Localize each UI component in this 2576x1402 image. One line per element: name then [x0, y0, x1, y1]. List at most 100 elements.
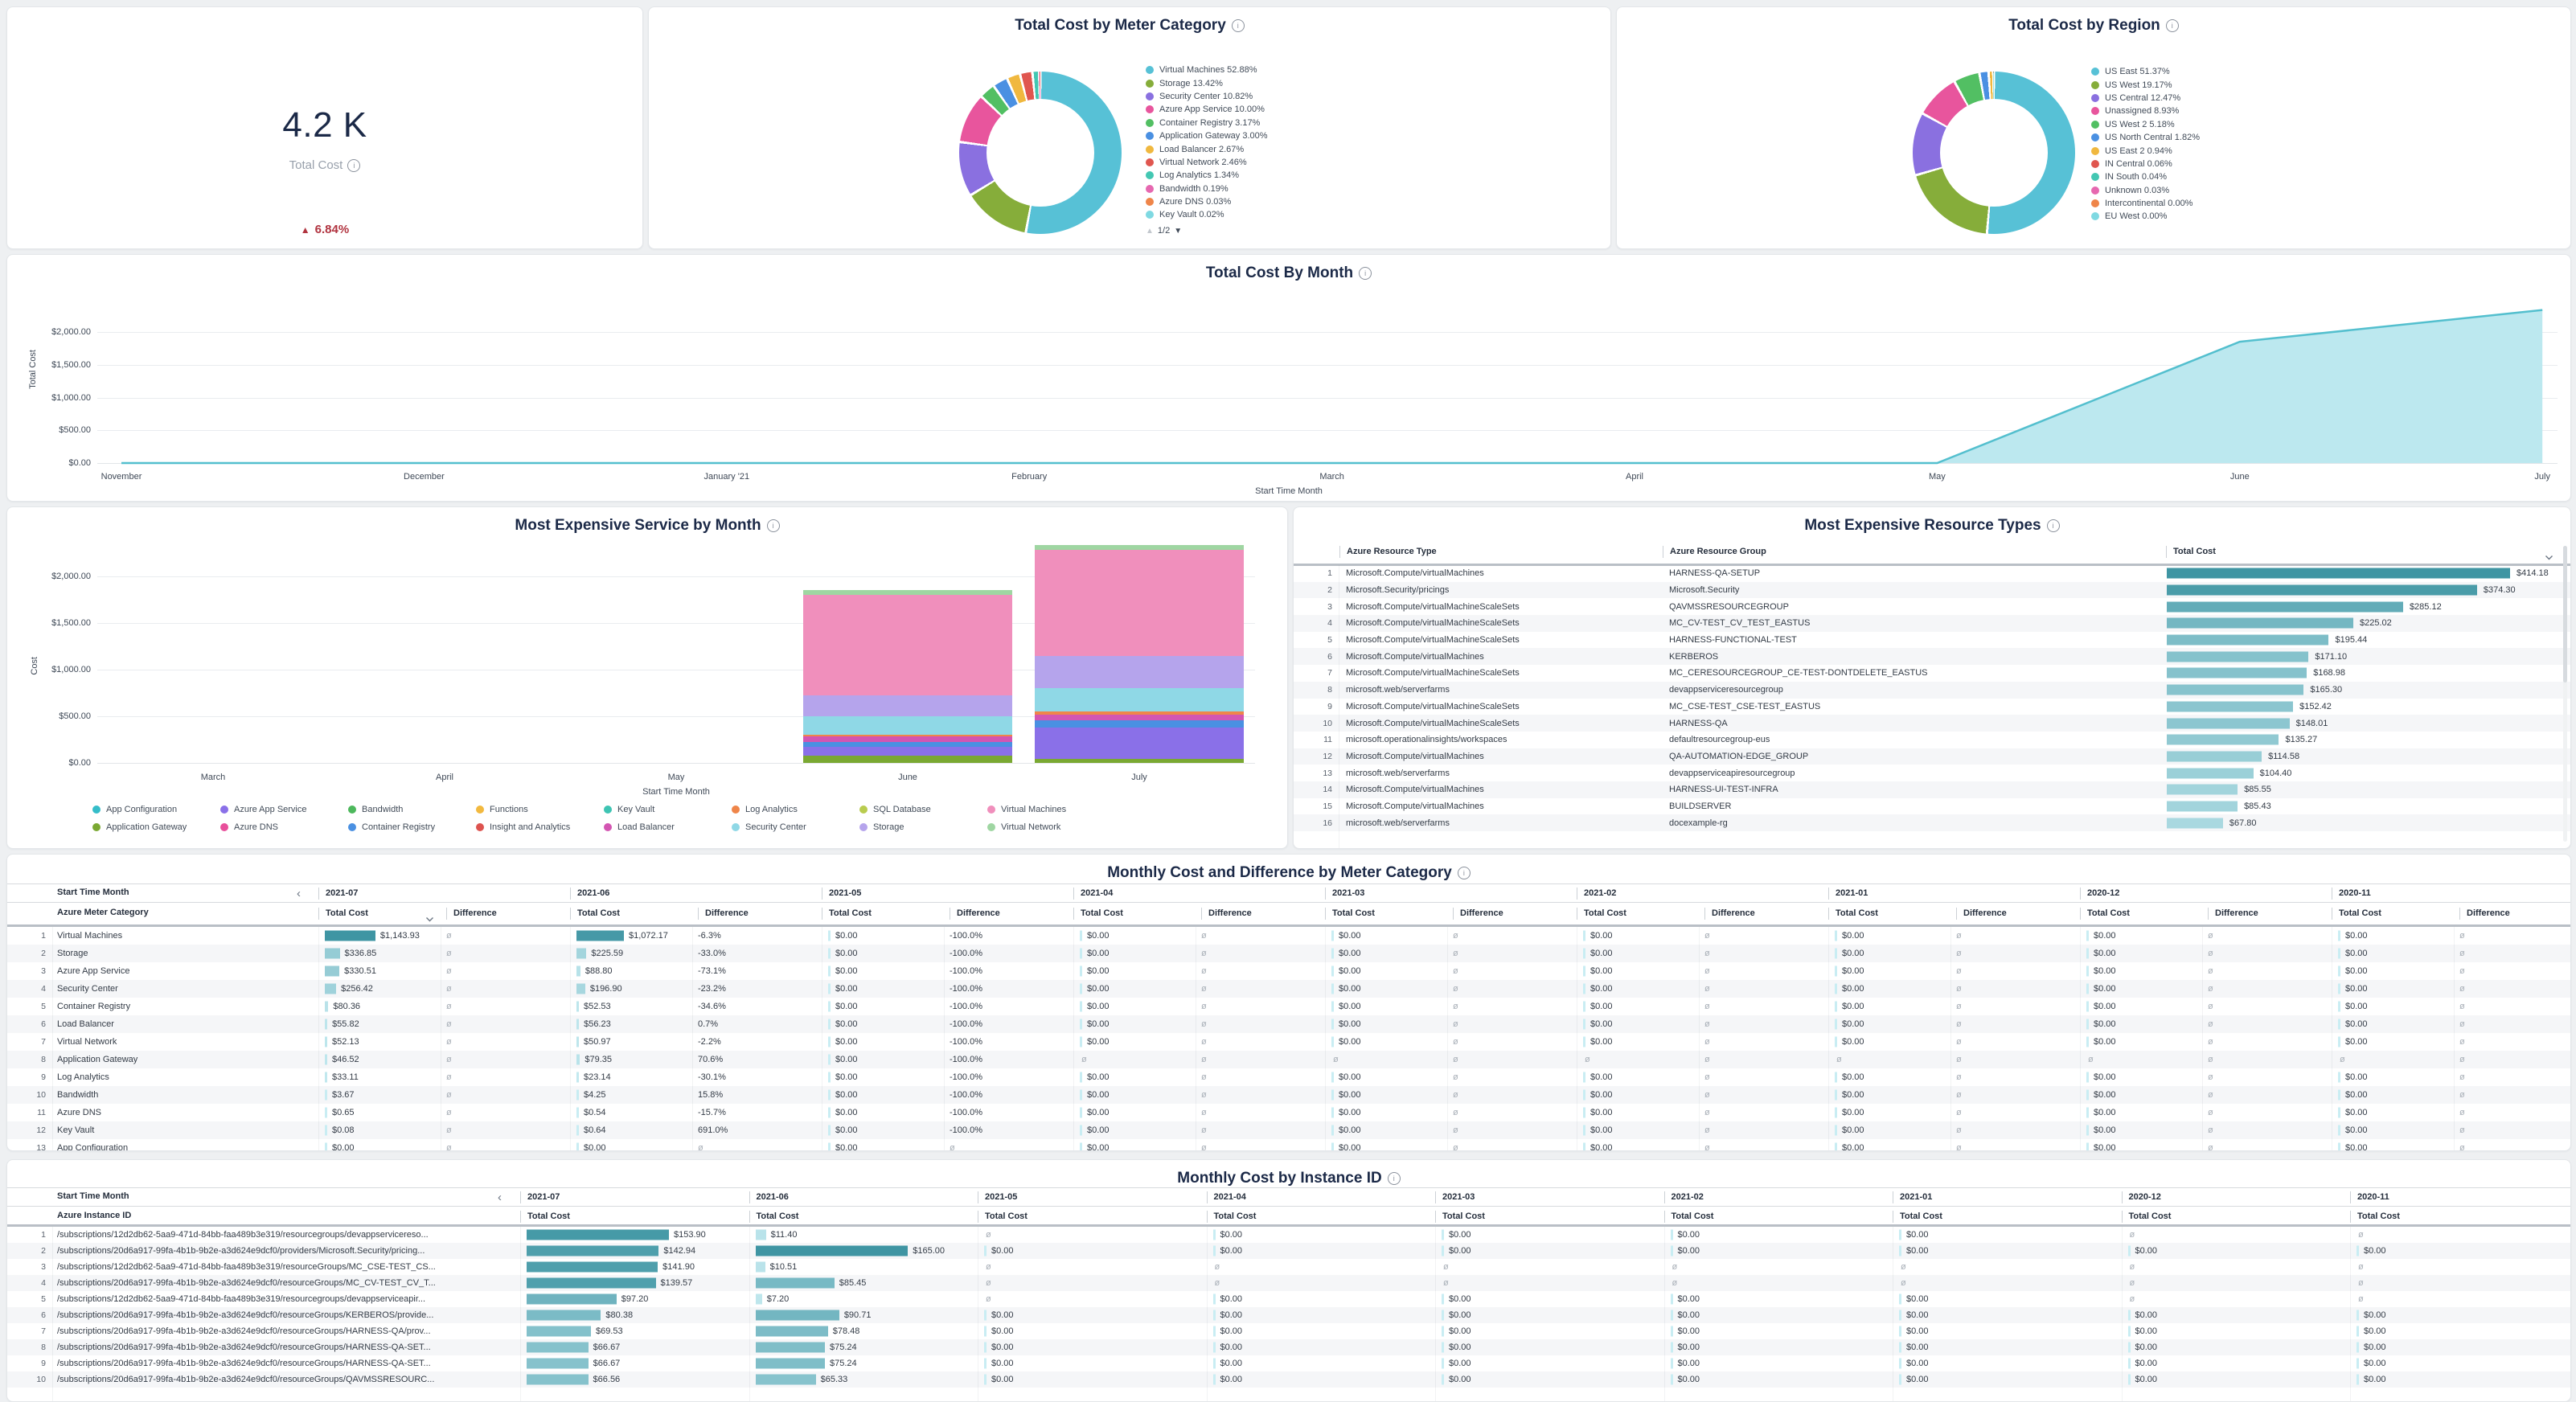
sort-total-cost-2021-01[interactable]: Total Cost: [1828, 908, 1878, 920]
column-header-2021-04[interactable]: 2021-04: [1207, 1191, 1246, 1203]
legend-item-sql-database[interactable]: SQL Database: [859, 803, 987, 816]
column-header-2020-11[interactable]: 2020-11: [2350, 1191, 2389, 1203]
stacked-bar-july[interactable]: [1035, 545, 1244, 763]
legend-item-log-analytics[interactable]: Log Analytics 1.34%: [1146, 169, 1268, 182]
sort-total-cost-2020-12[interactable]: Total Cost: [2080, 908, 2130, 920]
sort-total-cost-2021-03[interactable]: Total Cost: [1435, 1211, 1485, 1223]
column-header-difference-2021-07[interactable]: Difference: [446, 908, 497, 920]
table-row[interactable]: 5Microsoft.Compute/virtualMachineScaleSe…: [1294, 632, 2570, 649]
bar-segment-security-center[interactable]: [1035, 688, 1244, 712]
table-row[interactable]: 7Microsoft.Compute/virtualMachineScaleSe…: [1294, 665, 2570, 682]
legend-item-security-center[interactable]: Security Center: [732, 821, 859, 834]
sort-total-cost-2021-02[interactable]: Total Cost: [1664, 1211, 1714, 1223]
sort-total-cost-2021-01[interactable]: Total Cost: [1893, 1211, 1942, 1223]
column-header-2021-05[interactable]: 2021-05: [978, 1191, 1017, 1203]
legend-item-unknown[interactable]: Unknown 0.03%: [2091, 184, 2200, 197]
bar-segment-storage[interactable]: [1035, 656, 1244, 687]
sort-total-cost-2020-11[interactable]: Total Cost: [2332, 908, 2381, 920]
column-header-2021-07[interactable]: 2021-07: [318, 888, 358, 900]
sort-total-cost-2021-05[interactable]: Total Cost: [822, 908, 872, 920]
column-header-2021-06[interactable]: 2021-06: [749, 1191, 789, 1203]
column-header-difference-2021-04[interactable]: Difference: [1201, 908, 1252, 920]
table-row[interactable]: 1/subscriptions/12d2db62-5aa9-471d-84bb-…: [7, 1227, 2570, 1243]
column-header-2021-02[interactable]: 2021-02: [1664, 1191, 1704, 1203]
table-row[interactable]: 10Microsoft.Compute/virtualMachineScaleS…: [1294, 715, 2570, 732]
legend-item-log-analytics[interactable]: Log Analytics: [732, 803, 859, 816]
column-header-2021-04[interactable]: 2021-04: [1073, 888, 1113, 900]
column-header-2020-12[interactable]: 2020-12: [2080, 888, 2119, 900]
table-row[interactable]: 12Microsoft.Compute/virtualMachinesQA-AU…: [1294, 748, 2570, 765]
legend-item-security-center[interactable]: Security Center 10.82%: [1146, 90, 1268, 103]
column-header-2020-11[interactable]: 2020-11: [2332, 888, 2371, 900]
column-header-2021-06[interactable]: 2021-06: [570, 888, 609, 900]
sort-total-cost-2021-05[interactable]: Total Cost: [978, 1211, 1028, 1223]
table-row[interactable]: 12Key Vault$0.08ø$0.64691.0%$0.00-100.0%…: [7, 1121, 2570, 1139]
sort-total-cost-2020-11[interactable]: Total Cost: [2350, 1211, 2400, 1223]
table-row[interactable]: 4Security Center$256.42ø$196.90-23.2%$0.…: [7, 980, 2570, 998]
column-header-difference-2021-06[interactable]: Difference: [698, 908, 749, 920]
info-icon[interactable]: i: [1458, 867, 1471, 879]
legend-item-in-central[interactable]: IN Central 0.06%: [2091, 158, 2200, 170]
sort-total-cost-2021-07[interactable]: Total Cost: [520, 1211, 570, 1223]
table-row[interactable]: 8microsoft.web/serverfarmsdevappservicer…: [1294, 682, 2570, 699]
table-row[interactable]: 2Microsoft.Security/pricingsMicrosoft.Se…: [1294, 582, 2570, 599]
table-row[interactable]: 9/subscriptions/20d6a917-99fa-4b1b-9b2e-…: [7, 1355, 2570, 1371]
legend-item-key-vault[interactable]: Key Vault: [604, 803, 732, 816]
bar-segment-application-gateway[interactable]: [1035, 759, 1244, 763]
column-header-2021-01[interactable]: 2021-01: [1893, 1191, 1932, 1203]
bar-segment-security-center[interactable]: [803, 716, 1012, 735]
table-row[interactable]: 3Microsoft.Compute/virtualMachineScaleSe…: [1294, 598, 2570, 615]
table-row[interactable]: 3Azure App Service$330.51ø$88.80-73.1%$0…: [7, 962, 2570, 980]
column-header-resource-group[interactable]: Azure Resource Group: [1663, 546, 1766, 558]
sort-total-cost-2021-07[interactable]: Total Cost: [318, 908, 368, 920]
scrollbar[interactable]: [2563, 546, 2567, 842]
bar-segment-azure-app-service[interactable]: [803, 747, 1012, 755]
legend-item-virtual-network[interactable]: Virtual Network 2.46%: [1146, 156, 1268, 169]
column-header-2021-03[interactable]: 2021-03: [1325, 888, 1364, 900]
row-dimension-header[interactable]: Azure Meter Category: [57, 908, 149, 917]
total-cost-area-series[interactable]: [97, 300, 2558, 465]
legend-item-functions[interactable]: Functions: [476, 803, 604, 816]
legend-page-up-icon[interactable]: ▲: [1146, 227, 1154, 236]
sort-total-cost-2021-06[interactable]: Total Cost: [749, 1211, 799, 1223]
info-icon[interactable]: i: [1232, 19, 1245, 32]
table-row[interactable]: 7/subscriptions/20d6a917-99fa-4b1b-9b2e-…: [7, 1323, 2570, 1339]
legend-item-intercontinental[interactable]: Intercontinental 0.00%: [2091, 197, 2200, 210]
legend-item-azure-app-service[interactable]: Azure App Service 10.00%: [1146, 103, 1268, 116]
bar-segment-virtual-machines[interactable]: [1035, 550, 1244, 657]
stacked-bar-june[interactable]: [803, 590, 1012, 763]
table-row[interactable]: 9Microsoft.Compute/virtualMachineScaleSe…: [1294, 699, 2570, 715]
legend-item-insight-and-analytics[interactable]: Insight and Analytics: [476, 821, 604, 834]
column-header-total-cost[interactable]: Total Cost: [2166, 546, 2216, 558]
table-row[interactable]: 2Storage$336.85ø$225.59-33.0%$0.00-100.0…: [7, 945, 2570, 962]
legend-item-application-gateway[interactable]: Application Gateway: [92, 821, 220, 834]
row-dimension-header[interactable]: Azure Instance ID: [57, 1211, 131, 1220]
legend-item-virtual-network[interactable]: Virtual Network: [987, 821, 1115, 834]
table-row[interactable]: 10/subscriptions/20d6a917-99fa-4b1b-9b2e…: [7, 1371, 2570, 1388]
column-header-difference-2021-03[interactable]: Difference: [1453, 908, 1503, 920]
table-row[interactable]: 6Microsoft.Compute/virtualMachinesKERBER…: [1294, 648, 2570, 665]
collapse-column-icon[interactable]: ‹: [297, 888, 301, 900]
bar-segment-virtual-machines[interactable]: [803, 595, 1012, 695]
info-icon[interactable]: i: [2166, 19, 2179, 32]
table-row[interactable]: 8/subscriptions/20d6a917-99fa-4b1b-9b2e-…: [7, 1339, 2570, 1355]
legend-item-storage[interactable]: Storage: [859, 821, 987, 834]
legend-item-load-balancer[interactable]: Load Balancer: [604, 821, 732, 834]
table-row[interactable]: 14Microsoft.Compute/virtualMachinesHARNE…: [1294, 781, 2570, 798]
bar-segment-container-registry[interactable]: [1035, 720, 1244, 728]
table-row[interactable]: 10Bandwidth$3.67ø$4.2515.8%$0.00-100.0%$…: [7, 1086, 2570, 1104]
table-row[interactable]: 2/subscriptions/20d6a917-99fa-4b1b-9b2e-…: [7, 1243, 2570, 1259]
table-row[interactable]: 11microsoft.operationalinsights/workspac…: [1294, 732, 2570, 748]
table-row[interactable]: 5Container Registry$80.36ø$52.53-34.6%$0…: [7, 998, 2570, 1015]
sort-total-cost-2021-02[interactable]: Total Cost: [1577, 908, 1626, 920]
table-row[interactable]: 15Microsoft.Compute/virtualMachinesBUILD…: [1294, 798, 2570, 815]
legend-item-container-registry[interactable]: Container Registry 3.17%: [1146, 117, 1268, 129]
collapse-column-icon[interactable]: ‹: [498, 1191, 502, 1203]
column-header-2020-12[interactable]: 2020-12: [2122, 1191, 2161, 1203]
table-row[interactable]: 11Azure DNS$0.65ø$0.54-15.7%$0.00-100.0%…: [7, 1104, 2570, 1121]
legend-item-bandwidth[interactable]: Bandwidth 0.19%: [1146, 182, 1268, 195]
legend-item-in-south[interactable]: IN South 0.04%: [2091, 170, 2200, 183]
table-row[interactable]: 16microsoft.web/serverfarmsdocexample-rg…: [1294, 814, 2570, 831]
legend-item-storage[interactable]: Storage 13.42%: [1146, 76, 1268, 89]
column-header-2021-02[interactable]: 2021-02: [1577, 888, 1616, 900]
